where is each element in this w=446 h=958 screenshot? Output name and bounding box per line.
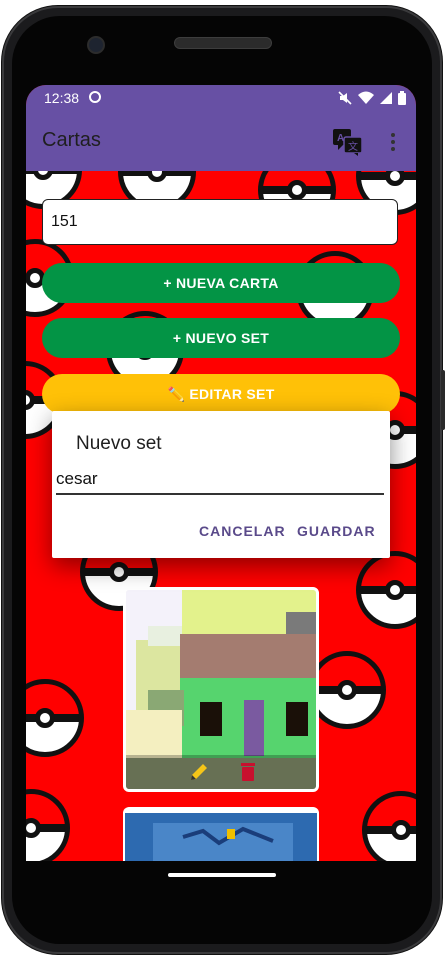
card-actions	[126, 755, 316, 789]
dialog-title: Nuevo set	[76, 433, 162, 454]
set-name-input[interactable]: cesar	[56, 469, 384, 495]
new-set-button[interactable]: + NUEVO SET	[42, 318, 400, 358]
overflow-menu-button[interactable]	[386, 131, 400, 153]
delete-icon[interactable]	[238, 761, 258, 783]
main-content: 151 + NUEVA CARTA + NUEVO SET ✏️ EDITAR …	[26, 171, 416, 861]
cancel-button[interactable]: CANCELAR	[199, 523, 286, 539]
translate-button[interactable]: A 文	[332, 127, 364, 157]
home-indicator[interactable]	[168, 873, 276, 877]
earpiece-speaker	[174, 37, 272, 49]
card-item[interactable]	[123, 807, 319, 861]
app-title: Cartas	[42, 129, 101, 151]
front-camera	[87, 36, 105, 54]
notification-icon	[89, 91, 101, 103]
screen: 12:38 Cartas A 文 151 + NUEVA CARTA + NUE…	[26, 85, 416, 861]
translate-icon: A 文	[333, 129, 363, 156]
volume-button	[441, 370, 445, 430]
more-vert-icon	[391, 133, 395, 151]
status-time: 12:38	[44, 90, 80, 106]
edit-set-button[interactable]: ✏️ EDITAR SET	[42, 374, 400, 414]
edit-icon[interactable]	[188, 761, 210, 783]
wifi-icon	[358, 91, 374, 104]
pokeball-bg	[26, 789, 70, 861]
pokeball-bg	[356, 551, 416, 629]
pokeball-bg	[362, 791, 416, 861]
battery-icon	[398, 91, 406, 105]
svg-text:文: 文	[348, 140, 358, 153]
save-button[interactable]: GUARDAR	[297, 523, 376, 539]
new-set-dialog: Nuevo set cesar CANCELAR GUARDAR	[52, 411, 390, 558]
new-card-button[interactable]: + NUEVA CARTA	[42, 263, 400, 303]
signal-icon	[380, 92, 392, 104]
status-bar: 12:38	[26, 85, 416, 111]
pokeball-bg	[26, 679, 84, 757]
svg-text:A: A	[337, 133, 344, 144]
status-icons	[338, 91, 406, 105]
card-item[interactable]	[123, 587, 319, 792]
app-bar: Cartas A 文	[26, 111, 416, 171]
mute-icon	[338, 91, 352, 105]
search-input[interactable]: 151	[42, 199, 398, 245]
card-image	[125, 813, 317, 861]
pokeball-bg	[308, 651, 386, 729]
